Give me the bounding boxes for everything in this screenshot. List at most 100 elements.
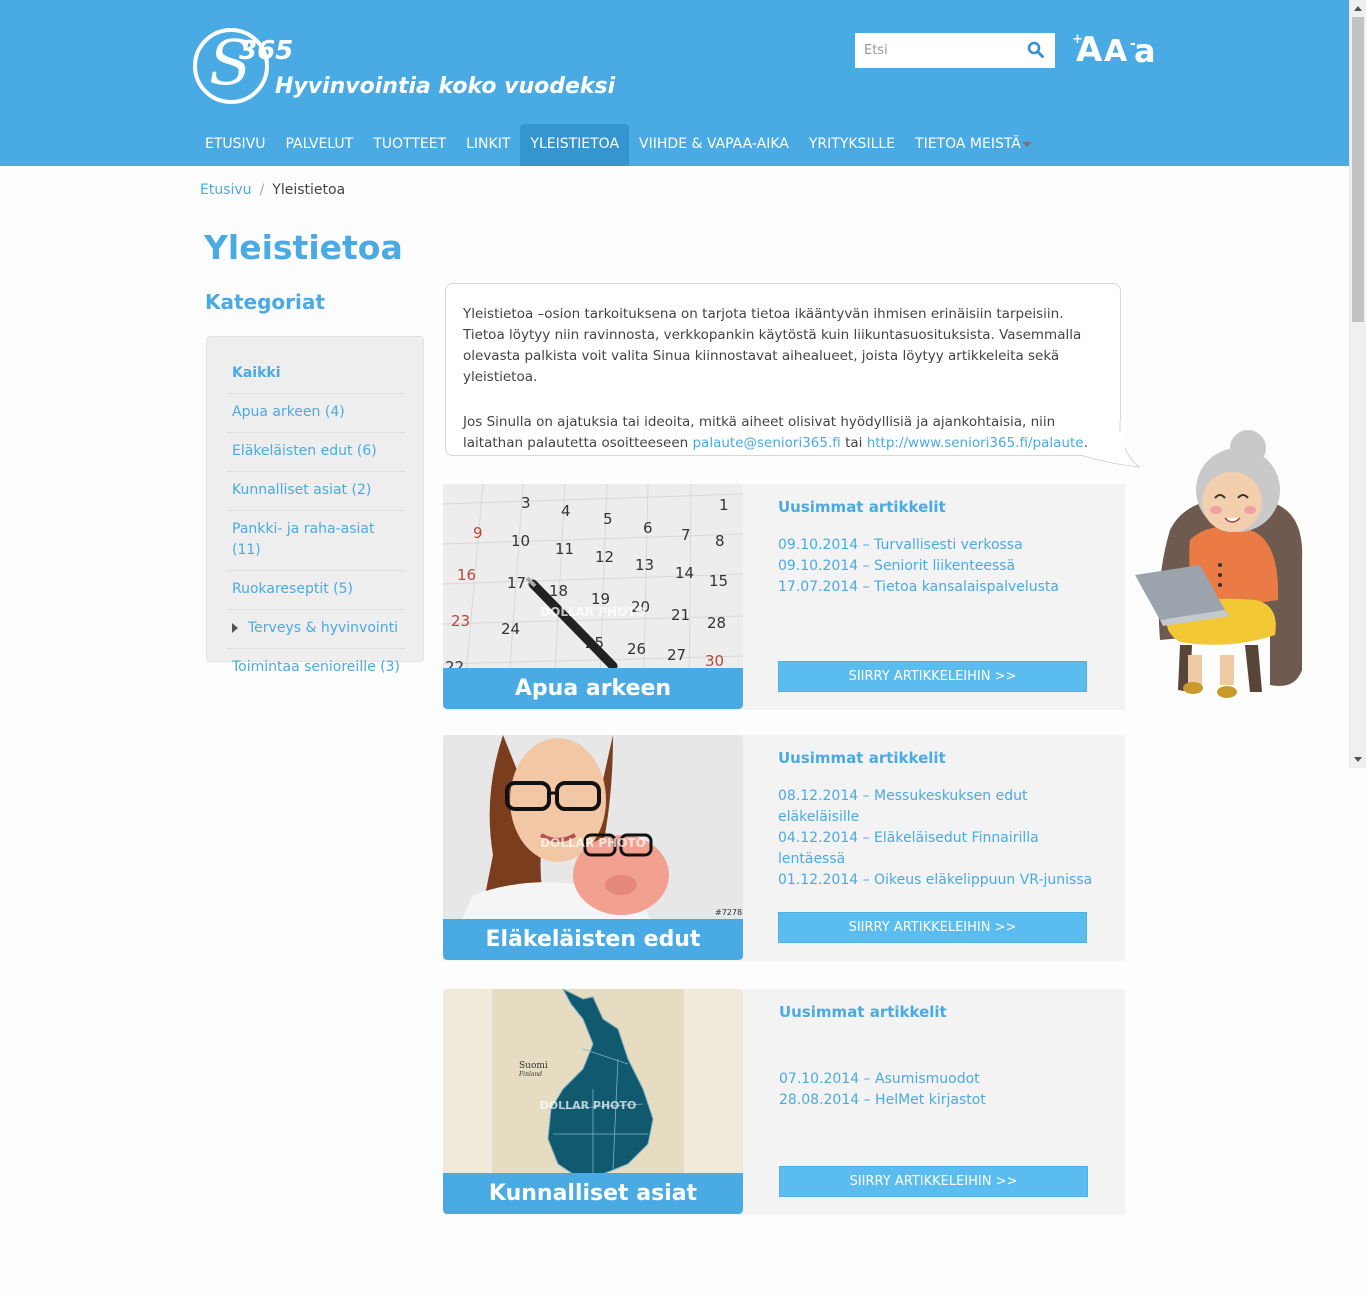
category-item-toimintaa[interactable]: Toimintaa senioreille (3): [227, 649, 405, 687]
calendar-day-number: 26: [627, 640, 646, 658]
calendar-day-number: 14: [675, 564, 694, 582]
search-icon[interactable]: [1027, 41, 1045, 59]
watermark-text: DOLLAR PHOTO: [540, 836, 646, 850]
categories-title: Kategoriat: [205, 290, 325, 314]
category-item-elakelaisten-edut[interactable]: Eläkeläisten edut (6): [227, 433, 405, 472]
nav-item-yrityksille[interactable]: YRITYKSILLE: [799, 124, 905, 166]
breadcrumb: Etusivu / Yleistietoa: [200, 182, 345, 198]
article-link[interactable]: 17.07.2014 – Tietoa kansalaispalvelusta: [778, 577, 1098, 598]
calendar-day-number: 23: [451, 612, 470, 630]
logo-number: 365: [239, 36, 294, 66]
card-caption[interactable]: Apua arkeen: [443, 668, 743, 709]
watermark-text: DOLLAR PHOTO: [540, 1099, 637, 1112]
article-links: 07.10.2014 – Asumismuodot 28.08.2014 – H…: [779, 1069, 1099, 1111]
main-nav: ETUSIVU PALVELUT TUOTTEET LINKIT YLEISTI…: [195, 124, 1042, 166]
intro-speech-bubble: Yleistietoa –osion tarkoituksena on tarj…: [445, 283, 1121, 456]
grandma-laptop-illustration: [1135, 430, 1303, 698]
page-title: Yleistietoa: [204, 228, 403, 267]
finland-map-image[interactable]: Suomi Finland DOLLAR PHOTO Kunnalliset a…: [443, 989, 743, 1214]
nav-item-viihde[interactable]: VIIHDE & VAPAA-AIKA: [629, 124, 799, 166]
calendar-image[interactable]: 3456719101112131481617181920211523242526…: [443, 484, 743, 709]
go-to-articles-button[interactable]: SIIRRY ARTIKKELEIHIN >>: [778, 661, 1087, 692]
scroll-up-icon[interactable]: [1354, 6, 1362, 11]
scrollbar[interactable]: [1349, 0, 1366, 768]
nav-item-tietoa-meista[interactable]: TIETOA MEISTÄ: [905, 124, 1042, 166]
calendar-day-number: 7: [681, 526, 691, 544]
feedback-url-link[interactable]: http://www.seniori365.fi/palaute: [867, 435, 1084, 451]
nav-item-tuotteet[interactable]: TUOTTEET: [363, 124, 456, 166]
search-box: [855, 33, 1055, 68]
category-item-terveys[interactable]: Terveys & hyvinvointi: [227, 610, 405, 649]
article-links: 08.12.2014 – Messukeskuksen edut eläkelä…: [778, 786, 1093, 891]
nav-item-etusivu[interactable]: ETUSIVU: [195, 124, 275, 166]
latest-articles-heading: Uusimmat artikkelit: [778, 498, 946, 516]
nav-item-linkit[interactable]: LINKIT: [456, 124, 520, 166]
category-item-kaikki[interactable]: Kaikki: [227, 355, 405, 394]
category-item-ruokareseptit[interactable]: Ruokareseptit (5): [227, 571, 405, 610]
woman-piggybank-image[interactable]: DOLLAR PHOTO #727830 Eläkeläisten edut: [443, 735, 743, 960]
calendar-day-number: 28: [707, 614, 726, 632]
card-caption[interactable]: Eläkeläisten edut: [443, 919, 743, 960]
article-link[interactable]: 28.08.2014 – HelMet kirjastot: [779, 1090, 1099, 1111]
article-link[interactable]: 08.12.2014 – Messukeskuksen edut eläkelä…: [778, 786, 1093, 828]
expand-arrow-icon[interactable]: [232, 623, 238, 633]
calendar-day-number: 4: [561, 502, 571, 520]
nav-item-yleistietoa[interactable]: YLEISTIETOA: [520, 124, 630, 166]
calendar-day-number: 15: [709, 572, 728, 590]
article-card-apua-arkeen: 3456719101112131481617181920211523242526…: [443, 484, 1125, 710]
latest-articles-heading: Uusimmat artikkelit: [779, 1003, 947, 1021]
article-link[interactable]: 01.12.2014 – Oikeus eläkelippuun VR-juni…: [778, 870, 1093, 891]
site-header: S 365 Hyvinvointia koko vuodeksi + A A -…: [0, 0, 1349, 166]
article-link[interactable]: 04.12.2014 – Eläkeläisedut Finnairilla l…: [778, 828, 1093, 870]
chevron-down-icon: [1021, 141, 1032, 147]
scroll-down-icon[interactable]: [1354, 757, 1362, 762]
calendar-day-number: 10: [511, 532, 530, 550]
calendar-day-number: 9: [473, 524, 483, 542]
article-links: 09.10.2014 – Turvallisesti verkossa 09.1…: [778, 535, 1098, 598]
font-increase-button[interactable]: A: [1076, 30, 1102, 70]
calendar-day-number: 3: [521, 494, 531, 512]
calendar-day-number: 5: [603, 510, 613, 528]
nav-item-palvelut[interactable]: PALVELUT: [275, 124, 363, 166]
calendar-day-number: 17: [507, 574, 526, 592]
article-link[interactable]: 07.10.2014 – Asumismuodot: [779, 1069, 1099, 1090]
calendar-day-number: 6: [643, 519, 653, 537]
font-normal-button[interactable]: A: [1104, 34, 1127, 69]
go-to-articles-button[interactable]: SIIRRY ARTIKKELEIHIN >>: [778, 912, 1087, 943]
calendar-day-number: 1: [719, 496, 729, 514]
logo-tagline: Hyvinvointia koko vuodeksi: [275, 74, 616, 99]
article-link[interactable]: 09.10.2014 – Turvallisesti verkossa: [778, 535, 1098, 556]
card-caption[interactable]: Kunnalliset asiat: [443, 1173, 743, 1214]
breadcrumb-separator: /: [259, 182, 265, 198]
category-list: Kaikki Apua arkeen (4) Eläkeläisten edut…: [227, 355, 405, 687]
calendar-day-number: 8: [715, 532, 725, 550]
calendar-day-number: 27: [667, 646, 686, 664]
search-input[interactable]: [855, 33, 1020, 68]
go-to-articles-button[interactable]: SIIRRY ARTIKKELEIHIN >>: [779, 1166, 1088, 1197]
article-card-kunnalliset-asiat: Suomi Finland DOLLAR PHOTO Kunnalliset a…: [443, 989, 1125, 1215]
site-logo[interactable]: S 365 Hyvinvointia koko vuodeksi: [193, 28, 616, 108]
image-code-text: #727830: [715, 908, 743, 917]
map-title-text: Suomi: [519, 1061, 548, 1071]
nav-item-tietoa-meista-label: TIETOA MEISTÄ: [915, 136, 1021, 152]
font-decrease-button[interactable]: a: [1134, 32, 1156, 70]
feedback-email-link[interactable]: palaute@seniori365.fi: [692, 435, 840, 451]
calendar-day-number: 21: [671, 606, 690, 624]
category-item-apua-arkeen[interactable]: Apua arkeen (4): [227, 394, 405, 433]
intro-connector: tai: [840, 435, 867, 451]
article-link[interactable]: 09.10.2014 – Seniorit liikenteessä: [778, 556, 1098, 577]
category-sidebar: Kaikki Apua arkeen (4) Eläkeläisten edut…: [206, 336, 424, 675]
latest-articles-heading: Uusimmat artikkelit: [778, 749, 946, 767]
calendar-day-number: 11: [555, 540, 574, 558]
article-card-elakelaisten-edut: DOLLAR PHOTO #727830 Eläkeläisten edut U…: [443, 735, 1125, 961]
calendar-day-number: 24: [501, 620, 520, 638]
breadcrumb-current: Yleistietoa: [272, 182, 346, 198]
category-item-terveys-label: Terveys & hyvinvointi: [248, 620, 399, 636]
category-item-kunnalliset-asiat[interactable]: Kunnalliset asiat (2): [227, 472, 405, 511]
map-subtitle-text: Finland: [518, 1071, 542, 1078]
breadcrumb-home-link[interactable]: Etusivu: [200, 182, 252, 198]
category-item-pankki[interactable]: Pankki- ja raha-asiat (11): [227, 511, 405, 571]
calendar-day-number: 12: [595, 548, 614, 566]
calendar-day-number: 13: [635, 556, 654, 574]
scroll-thumb[interactable]: [1352, 17, 1364, 322]
